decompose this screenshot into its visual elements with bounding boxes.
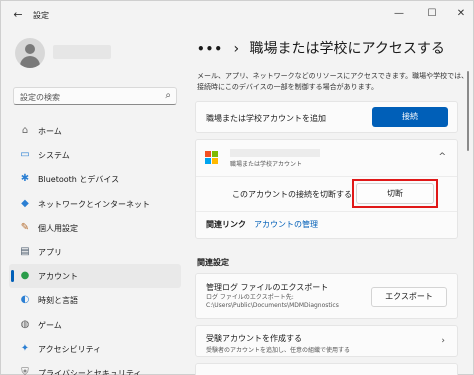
add-account-card: 職場または学校アカウントを追加 接続 [195,101,458,133]
collapse-chevron-icon[interactable]: ^ [438,152,446,162]
avatar-body [20,56,40,68]
breadcrumb-separator-icon: › [233,41,240,57]
breadcrumb: ••• › 職場または学校にアクセスする [197,38,445,58]
user-name-redacted [53,45,111,59]
scrollbar[interactable] [467,71,469,151]
system-icon: ▭ [20,149,30,161]
sidebar-item[interactable]: ◍ ゲーム [9,313,181,337]
sidebar-item-label: 個人用設定 [38,223,78,233]
minimize-button[interactable]: — [391,7,407,21]
related-links-label: 関連リンク [206,220,246,229]
sidebar-item[interactable]: ● アカウント [9,264,181,289]
sidebar-item[interactable]: ▭ システム [9,143,181,167]
shield-icon: ⛨ [21,366,29,375]
page-description: メール、アプリ、ネットワークなどのリソースにアクセスできます。職場や学校では、接… [197,72,469,91]
sidebar-item[interactable]: ▤ アプリ [9,240,181,264]
exam-account-card[interactable]: 受験アカウントを作成する 受験者のアカウントを追加し、任意の組織で使用する › [195,325,458,357]
connect-button[interactable]: 接続 [372,107,448,127]
sidebar-item[interactable]: ✦ アクセシビリティ [9,337,181,361]
divider [196,211,457,212]
export-button[interactable]: エクスポート [371,287,447,307]
sidebar-item-label: Bluetooth とデバイス [38,175,120,185]
account-type-label: 職場または学校アカウント [230,161,303,168]
sidebar-item[interactable]: ✱ Bluetooth とデバイス [9,167,181,191]
sidebar-item-label: システム [38,151,70,161]
divider [196,176,457,177]
gaming-icon: ◍ [20,318,30,330]
sidebar-item[interactable]: ⌂ ホーム [9,119,181,143]
app-title: 設定 [33,11,49,20]
disconnect-label: このアカウントの接続を切断する [232,190,352,199]
settings-window: ← 設定 — ☐ ✕ 設定の検索 ⌕ ⌂ ホーム ▭ システム ✱ Bluetooth と… [0,0,474,375]
export-logs-card: 管理ログ ファイルのエクスポート ログ ファイルのエクスポート先: C:\Use… [195,273,458,319]
sidebar-item-label: アプリ [38,247,62,257]
chevron-right-icon: › [441,336,445,346]
bluetooth-icon: ✱ [20,173,30,185]
avatar-head [25,44,35,54]
sidebar-item-label: アカウント [38,272,78,282]
sidebar-item-label: 時刻と言語 [38,296,78,306]
apps-icon: ▤ [20,245,30,257]
accessibility-icon: ✦ [20,342,30,354]
sidebar-item-label: プライバシーとセキュリティ [38,368,142,375]
search-input[interactable]: 設定の検索 ⌕ [13,87,177,105]
personalization-icon: ✎ [20,221,30,233]
sidebar-item[interactable]: ◆ ネットワークとインターネット [9,192,181,216]
sidebar-item-label: ネットワークとインターネット [38,199,150,209]
disconnect-button[interactable]: 切断 [356,183,434,204]
work-account-card: 職場または学校アカウント ^ このアカウントの接続を切断する 切断 関連リンク … [195,139,458,239]
sidebar-item-label: ホーム [38,127,62,136]
home-icon: ⌂ [21,125,29,136]
active-indicator [11,270,14,283]
add-account-label: 職場または学校アカウントを追加 [206,114,326,123]
title-bar: ← 設定 — ☐ ✕ [1,1,474,31]
close-button[interactable]: ✕ [453,7,469,21]
maximize-button[interactable]: ☐ [424,7,440,21]
export-subtitle: ログ ファイルのエクスポート先: C:\Users\Public\Documen… [206,294,339,309]
network-icon: ◆ [21,197,29,209]
avatar[interactable] [15,38,45,68]
more-breadcrumb-button[interactable]: ••• [197,42,223,56]
next-card [195,363,458,375]
microsoft-logo-icon [205,151,218,164]
exam-title: 受験アカウントを作成する [206,334,302,343]
search-placeholder: 設定の検索 [20,93,60,102]
export-title: 管理ログ ファイルのエクスポート [206,283,329,292]
search-icon: ⌕ [165,90,171,101]
sidebar-item[interactable]: ✎ 個人用設定 [9,216,181,240]
sidebar-item-label: ゲーム [38,320,62,330]
manage-account-link[interactable]: アカウントの管理 [254,219,318,230]
account-icon: ● [20,270,30,282]
sidebar-nav: ⌂ ホーム ▭ システム ✱ Bluetooth とデバイス ◆ ネットワークとインターネット… [9,119,181,375]
back-button[interactable]: ← [11,8,25,22]
sidebar-item[interactable]: ◐ 時刻と言語 [9,288,181,312]
page-title: 職場または学校にアクセスする [249,41,445,57]
sidebar-item-label: アクセシビリティ [38,344,102,354]
account-email-redacted [230,149,320,157]
sidebar-item[interactable]: ⛨ プライバシーとセキュリティ [9,361,181,375]
time-language-icon: ◐ [20,294,30,306]
exam-subtitle: 受験者のアカウントを追加し、任意の組織で使用する [206,347,351,354]
related-settings-heading: 関連設定 [197,258,229,267]
